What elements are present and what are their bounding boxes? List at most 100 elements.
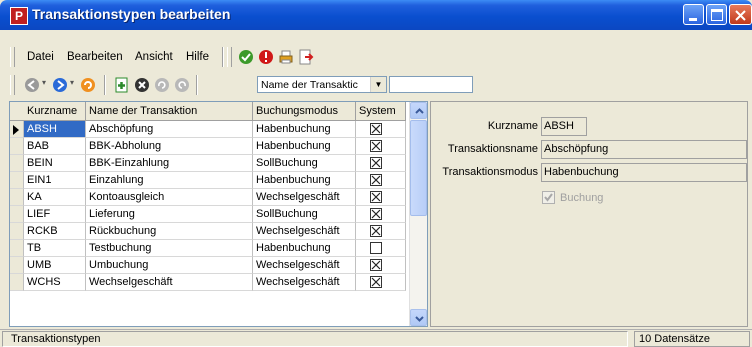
check-icon[interactable] bbox=[238, 49, 254, 65]
row-indicator[interactable] bbox=[10, 274, 24, 291]
column-header-name[interactable]: Name der Transaktion bbox=[86, 102, 253, 120]
row-indicator[interactable] bbox=[10, 138, 24, 155]
row-indicator[interactable] bbox=[10, 206, 24, 223]
cell-name[interactable]: Lieferung bbox=[86, 206, 253, 223]
add-icon[interactable] bbox=[114, 77, 130, 93]
transaction-grid[interactable]: Kurzname Name der Transaktion Buchungsmo… bbox=[9, 101, 428, 327]
kurzname-field[interactable]: ABSH bbox=[541, 117, 587, 136]
column-header-kurzname[interactable]: Kurzname bbox=[24, 102, 86, 120]
cell-buchungsmodus[interactable]: Habenbuchung bbox=[253, 138, 356, 155]
cell-kurzname[interactable]: EIN1 bbox=[24, 172, 86, 189]
cell-buchungsmodus[interactable]: SollBuchung bbox=[253, 155, 356, 172]
row-indicator[interactable] bbox=[10, 189, 24, 206]
row-indicator[interactable] bbox=[10, 121, 24, 138]
cell-system[interactable] bbox=[356, 257, 406, 274]
forward-dropdown-icon[interactable]: ▾ bbox=[70, 78, 74, 87]
system-checkbox[interactable] bbox=[370, 259, 382, 271]
table-row[interactable]: ABSH Abschöpfung Habenbuchung bbox=[10, 121, 406, 138]
menu-hilfe[interactable]: Hilfe bbox=[186, 51, 209, 63]
cell-system[interactable] bbox=[356, 240, 406, 257]
cell-name[interactable]: BBK-Einzahlung bbox=[86, 155, 253, 172]
row-indicator[interactable] bbox=[10, 257, 24, 274]
cell-system[interactable] bbox=[356, 155, 406, 172]
table-row[interactable]: RCKB Rückbuchung Wechselgeschäft bbox=[10, 223, 406, 240]
table-row[interactable]: BAB BBK-Abholung Habenbuchung bbox=[10, 138, 406, 155]
back-dropdown-icon[interactable]: ▾ bbox=[42, 78, 46, 87]
cell-buchungsmodus[interactable]: Habenbuchung bbox=[253, 121, 356, 138]
system-checkbox[interactable] bbox=[370, 123, 382, 135]
chevron-down-icon[interactable]: ▼ bbox=[370, 77, 386, 92]
table-row[interactable]: TB Testbuchung Habenbuchung bbox=[10, 240, 406, 257]
print-icon[interactable] bbox=[278, 49, 294, 65]
cell-system[interactable] bbox=[356, 274, 406, 291]
table-row[interactable]: KA Kontoausgleich Wechselgeschäft bbox=[10, 189, 406, 206]
column-header-buchungsmodus[interactable]: Buchungsmodus bbox=[253, 102, 356, 120]
cell-system[interactable] bbox=[356, 189, 406, 206]
reload-icon[interactable] bbox=[80, 77, 96, 93]
cell-kurzname[interactable]: BAB bbox=[24, 138, 86, 155]
maximize-button[interactable] bbox=[706, 4, 727, 25]
cell-system[interactable] bbox=[356, 172, 406, 189]
search-field-select[interactable]: Name der Transaktic ▼ bbox=[257, 76, 387, 93]
scroll-up-button[interactable] bbox=[410, 102, 427, 119]
row-indicator[interactable] bbox=[10, 172, 24, 189]
cell-kurzname[interactable]: UMB bbox=[24, 257, 86, 274]
cell-buchungsmodus[interactable]: SollBuchung bbox=[253, 206, 356, 223]
cell-system[interactable] bbox=[356, 138, 406, 155]
search-input[interactable] bbox=[389, 76, 473, 93]
row-indicator[interactable] bbox=[10, 223, 24, 240]
system-checkbox[interactable] bbox=[370, 242, 382, 254]
table-row[interactable]: EIN1 Einzahlung Habenbuchung bbox=[10, 172, 406, 189]
cell-buchungsmodus[interactable]: Wechselgeschäft bbox=[253, 223, 356, 240]
cell-name[interactable]: Einzahlung bbox=[86, 172, 253, 189]
export-icon[interactable] bbox=[298, 49, 314, 65]
scroll-thumb[interactable] bbox=[410, 120, 427, 216]
cell-name[interactable]: BBK-Abholung bbox=[86, 138, 253, 155]
cell-kurzname[interactable]: ABSH bbox=[24, 121, 86, 138]
cell-kurzname[interactable]: TB bbox=[24, 240, 86, 257]
close-button[interactable] bbox=[729, 4, 752, 25]
cell-kurzname[interactable]: WCHS bbox=[24, 274, 86, 291]
buchung-checkbox[interactable] bbox=[542, 191, 555, 204]
table-row[interactable]: WCHS Wechselgeschäft Wechselgeschäft bbox=[10, 274, 406, 291]
cell-buchungsmodus[interactable]: Wechselgeschäft bbox=[253, 257, 356, 274]
cell-name[interactable]: Rückbuchung bbox=[86, 223, 253, 240]
row-indicator[interactable] bbox=[10, 155, 24, 172]
system-checkbox[interactable] bbox=[370, 157, 382, 169]
title-bar[interactable]: P Transaktionstypen bearbeiten bbox=[0, 0, 752, 30]
exclamation-icon[interactable] bbox=[258, 49, 274, 65]
cell-system[interactable] bbox=[356, 223, 406, 240]
delete-icon[interactable] bbox=[134, 77, 150, 93]
column-header-system[interactable]: System bbox=[356, 102, 406, 120]
system-checkbox[interactable] bbox=[370, 191, 382, 203]
undo-icon[interactable] bbox=[154, 77, 170, 93]
system-checkbox[interactable] bbox=[370, 140, 382, 152]
cell-name[interactable]: Wechselgeschäft bbox=[86, 274, 253, 291]
cell-buchungsmodus[interactable]: Wechselgeschäft bbox=[253, 274, 356, 291]
system-checkbox[interactable] bbox=[370, 208, 382, 220]
scroll-down-button[interactable] bbox=[410, 309, 427, 326]
transaktionsname-field[interactable]: Abschöpfung bbox=[541, 140, 747, 159]
cell-buchungsmodus[interactable]: Habenbuchung bbox=[253, 172, 356, 189]
table-row[interactable]: UMB Umbuchung Wechselgeschäft bbox=[10, 257, 406, 274]
cell-name[interactable]: Testbuchung bbox=[86, 240, 253, 257]
system-checkbox[interactable] bbox=[370, 174, 382, 186]
table-row[interactable]: LIEF Lieferung SollBuchung bbox=[10, 206, 406, 223]
cell-kurzname[interactable]: KA bbox=[24, 189, 86, 206]
cell-kurzname[interactable]: LIEF bbox=[24, 206, 86, 223]
menu-bearbeiten[interactable]: Bearbeiten bbox=[67, 51, 123, 63]
transaktionsmodus-field[interactable]: Habenbuchung bbox=[541, 163, 747, 182]
forward-icon[interactable] bbox=[52, 77, 68, 93]
row-indicator[interactable] bbox=[10, 240, 24, 257]
cell-system[interactable] bbox=[356, 121, 406, 138]
back-icon[interactable] bbox=[24, 77, 40, 93]
system-checkbox[interactable] bbox=[370, 225, 382, 237]
cell-name[interactable]: Umbuchung bbox=[86, 257, 253, 274]
cell-buchungsmodus[interactable]: Wechselgeschäft bbox=[253, 189, 356, 206]
cell-kurzname[interactable]: RCKB bbox=[24, 223, 86, 240]
cell-name[interactable]: Abschöpfung bbox=[86, 121, 253, 138]
cell-kurzname[interactable]: BEIN bbox=[24, 155, 86, 172]
cell-system[interactable] bbox=[356, 206, 406, 223]
cell-buchungsmodus[interactable]: Habenbuchung bbox=[253, 240, 356, 257]
minimize-button[interactable] bbox=[683, 4, 704, 25]
